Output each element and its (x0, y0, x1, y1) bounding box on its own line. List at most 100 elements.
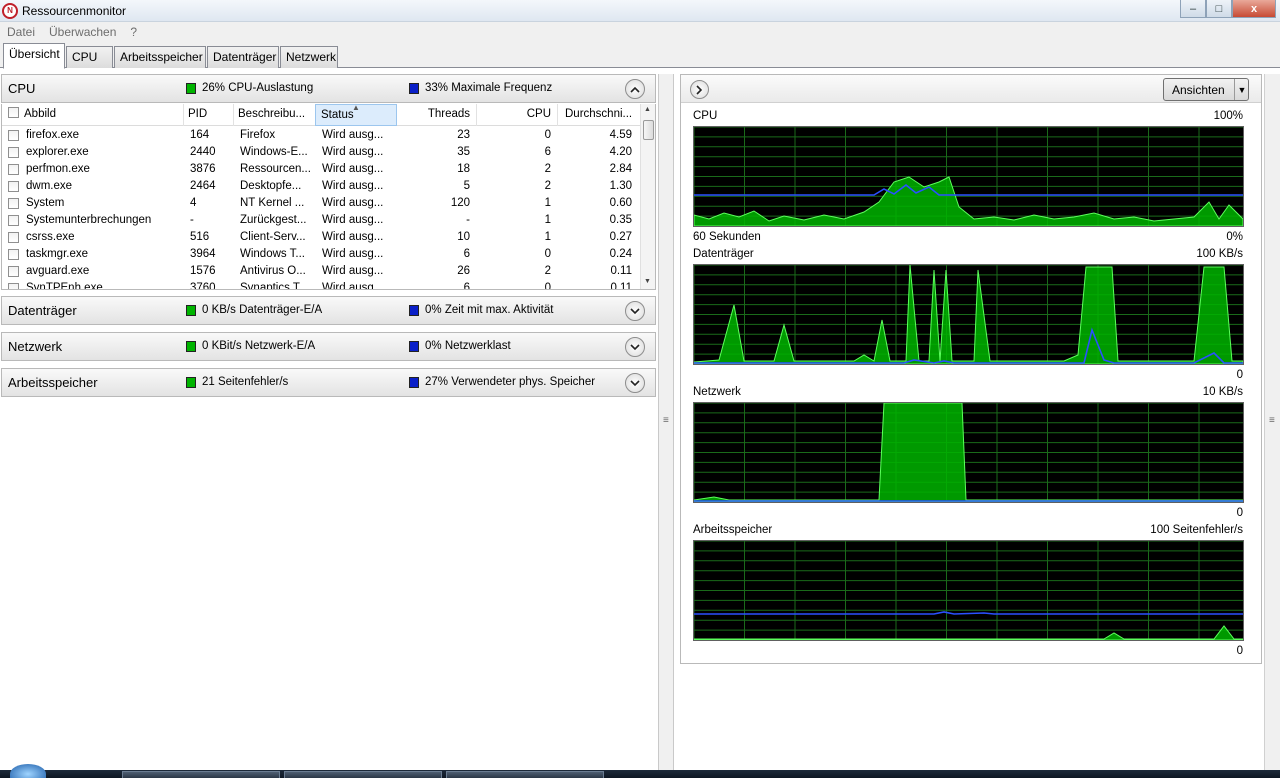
collapse-cpu-button[interactable] (625, 79, 645, 99)
start-button[interactable] (10, 764, 46, 778)
row-checkbox[interactable] (8, 266, 19, 277)
row-threads: 120 (450, 197, 470, 209)
close-button[interactable]: x (1232, 0, 1276, 18)
table-row[interactable]: explorer.exe 2440 Windows-E... Wird ausg...… (2, 144, 642, 161)
cpu-section-header[interactable]: CPU 26% CPU-Auslastung 33% Maximale Freq… (1, 74, 656, 103)
disk-section-header[interactable]: Datenträger 0 KB/s Datenträger-E/A 0% Ze… (1, 296, 656, 325)
table-row[interactable]: Systemunterbrechungen - Zurückgest... Wird … (2, 212, 642, 229)
network-io-text: 0 KBit/s Netzwerk-E/A (202, 340, 316, 352)
chevron-down-icon (630, 343, 640, 350)
row-checkbox[interactable] (8, 249, 19, 260)
memory-graph (693, 540, 1244, 641)
scroll-up-icon[interactable]: ▲ (644, 106, 651, 113)
row-threads: - (466, 214, 470, 226)
row-checkbox[interactable] (8, 283, 19, 289)
chevron-right-icon (696, 84, 703, 95)
table-row[interactable]: dwm.exe 2464 Desktopfe... Wird ausg... 5 2 1.3… (2, 178, 642, 195)
column-cpu[interactable]: CPU (477, 104, 558, 126)
row-cpu: 2 (544, 163, 551, 175)
row-checkbox[interactable] (8, 130, 19, 141)
expand-network-button[interactable] (625, 337, 645, 357)
row-checkbox[interactable] (8, 164, 19, 175)
row-status: Wird ausg... (322, 231, 384, 243)
right-splitter[interactable]: ≡ (1264, 74, 1280, 770)
tab-uebersicht[interactable]: Übersicht (3, 43, 65, 69)
menu-help[interactable]: ? (123, 25, 144, 39)
tab-datentraeger[interactable]: Datenträger (207, 46, 279, 68)
row-beschreibung: Windows T... (240, 248, 305, 260)
memory-section-title: Arbeitsspeicher (8, 375, 98, 390)
tab-arbeitsspeicher[interactable]: Arbeitsspeicher (114, 46, 206, 68)
expand-memory-button[interactable] (625, 373, 645, 393)
column-threads[interactable]: Threads (397, 104, 477, 126)
column-pid[interactable]: PID (188, 104, 234, 126)
row-abbild: explorer.exe (26, 146, 89, 158)
overview-pane: CPU 26% CPU-Auslastung 33% Maximale Freq… (0, 74, 658, 770)
resource-monitor-icon[interactable]: N (2, 2, 18, 19)
row-threads: 18 (457, 163, 470, 175)
row-abbild: perfmon.exe (26, 163, 90, 175)
row-threads: 6 (463, 282, 470, 290)
table-row[interactable]: SynTPEnh.exe 3760 Synaptics T... Wird ausg.… (2, 280, 642, 290)
taskbar-button[interactable] (122, 771, 280, 778)
cpu-process-table: Abbild PID Beschreibu... ▲ Status Threads… (1, 104, 656, 290)
row-abbild: firefox.exe (26, 129, 80, 141)
table-row[interactable]: avguard.exe 1576 Antivirus O... Wird ausg..… (2, 263, 642, 280)
tab-cpu[interactable]: CPU (66, 46, 113, 68)
memory-graph-min: 0 (1236, 645, 1243, 657)
column-abbild[interactable]: Abbild (24, 104, 184, 126)
hide-graphs-button[interactable] (690, 80, 709, 99)
scroll-down-icon[interactable]: ▼ (644, 278, 651, 285)
row-pid: 1576 (190, 265, 216, 277)
network-graph (693, 402, 1244, 503)
cpu-graph-min: 0% (1226, 231, 1243, 243)
table-row[interactable]: perfmon.exe 3876 Ressourcen... Wird ausg...… (2, 161, 642, 178)
select-all-checkbox[interactable] (8, 107, 19, 118)
memory-faults-stat: 21 Seitenfehler/s (186, 376, 288, 388)
network-section-header[interactable]: Netzwerk 0 KBit/s Netzwerk-E/A 0% Netzwe… (1, 332, 656, 361)
memory-section-header[interactable]: Arbeitsspeicher 21 Seitenfehler/s 27% Ve… (1, 368, 656, 397)
taskbar-button[interactable] (284, 771, 442, 778)
row-threads: 10 (457, 231, 470, 243)
chevron-up-icon (630, 86, 640, 93)
table-scroll-thumb[interactable] (643, 120, 654, 140)
network-graph-min: 0 (1236, 507, 1243, 519)
table-row[interactable]: taskmgr.exe 3964 Windows T... Wird ausg... 6… (2, 246, 642, 263)
graph-pane: Ansichten ▼ CPU 100% 60 Sekunden 0% Date… (680, 74, 1262, 664)
pane-splitter[interactable]: ≡ (658, 74, 674, 770)
table-row[interactable]: System 4 NT Kernel ... Wird ausg... 120 1 0.60 (2, 195, 642, 212)
taskbar-button[interactable] (446, 771, 604, 778)
table-row[interactable]: csrss.exe 516 Client-Serv... Wird ausg... 10… (2, 229, 642, 246)
row-checkbox[interactable] (8, 198, 19, 209)
menu-ueberwachen[interactable]: Überwachen (42, 25, 123, 39)
row-checkbox[interactable] (8, 215, 19, 226)
row-beschreibung: Synaptics T... (240, 282, 309, 290)
table-scrollbar[interactable]: ▲ ▼ (640, 104, 655, 289)
menu-datei[interactable]: Datei (0, 25, 42, 39)
views-button[interactable]: Ansichten ▼ (1163, 78, 1249, 101)
row-pid: 3964 (190, 248, 216, 260)
row-pid: 2464 (190, 180, 216, 192)
memory-used-text: 27% Verwendeter phys. Speicher (425, 376, 596, 388)
row-pid: 3760 (190, 282, 216, 290)
table-row[interactable]: firefox.exe 164 Firefox Wird ausg... 23 0 4.59 (2, 127, 642, 144)
row-beschreibung: Zurückgest... (240, 214, 307, 226)
row-threads: 6 (463, 248, 470, 260)
column-status[interactable]: ▲ Status (315, 104, 397, 126)
expand-disk-button[interactable] (625, 301, 645, 321)
cpu-graph (693, 126, 1244, 227)
page-faults-area (694, 625, 1243, 640)
column-beschreibung[interactable]: Beschreibu... (238, 104, 316, 126)
row-checkbox[interactable] (8, 232, 19, 243)
tab-netzwerk[interactable]: Netzwerk (280, 46, 338, 68)
dropdown-arrow-icon[interactable]: ▼ (1234, 79, 1249, 100)
column-durchschnitt[interactable]: Durchschni... (565, 104, 641, 126)
cpu-usage-text: 26% CPU-Auslastung (202, 82, 314, 94)
minimize-button[interactable]: – (1180, 0, 1206, 18)
splitter-grip-icon: ≡ (663, 415, 669, 426)
row-abbild: Systemunterbrechungen (26, 214, 152, 226)
row-status: Wird ausg... (322, 214, 384, 226)
row-checkbox[interactable] (8, 181, 19, 192)
row-checkbox[interactable] (8, 147, 19, 158)
maximize-button[interactable]: □ (1206, 0, 1232, 18)
